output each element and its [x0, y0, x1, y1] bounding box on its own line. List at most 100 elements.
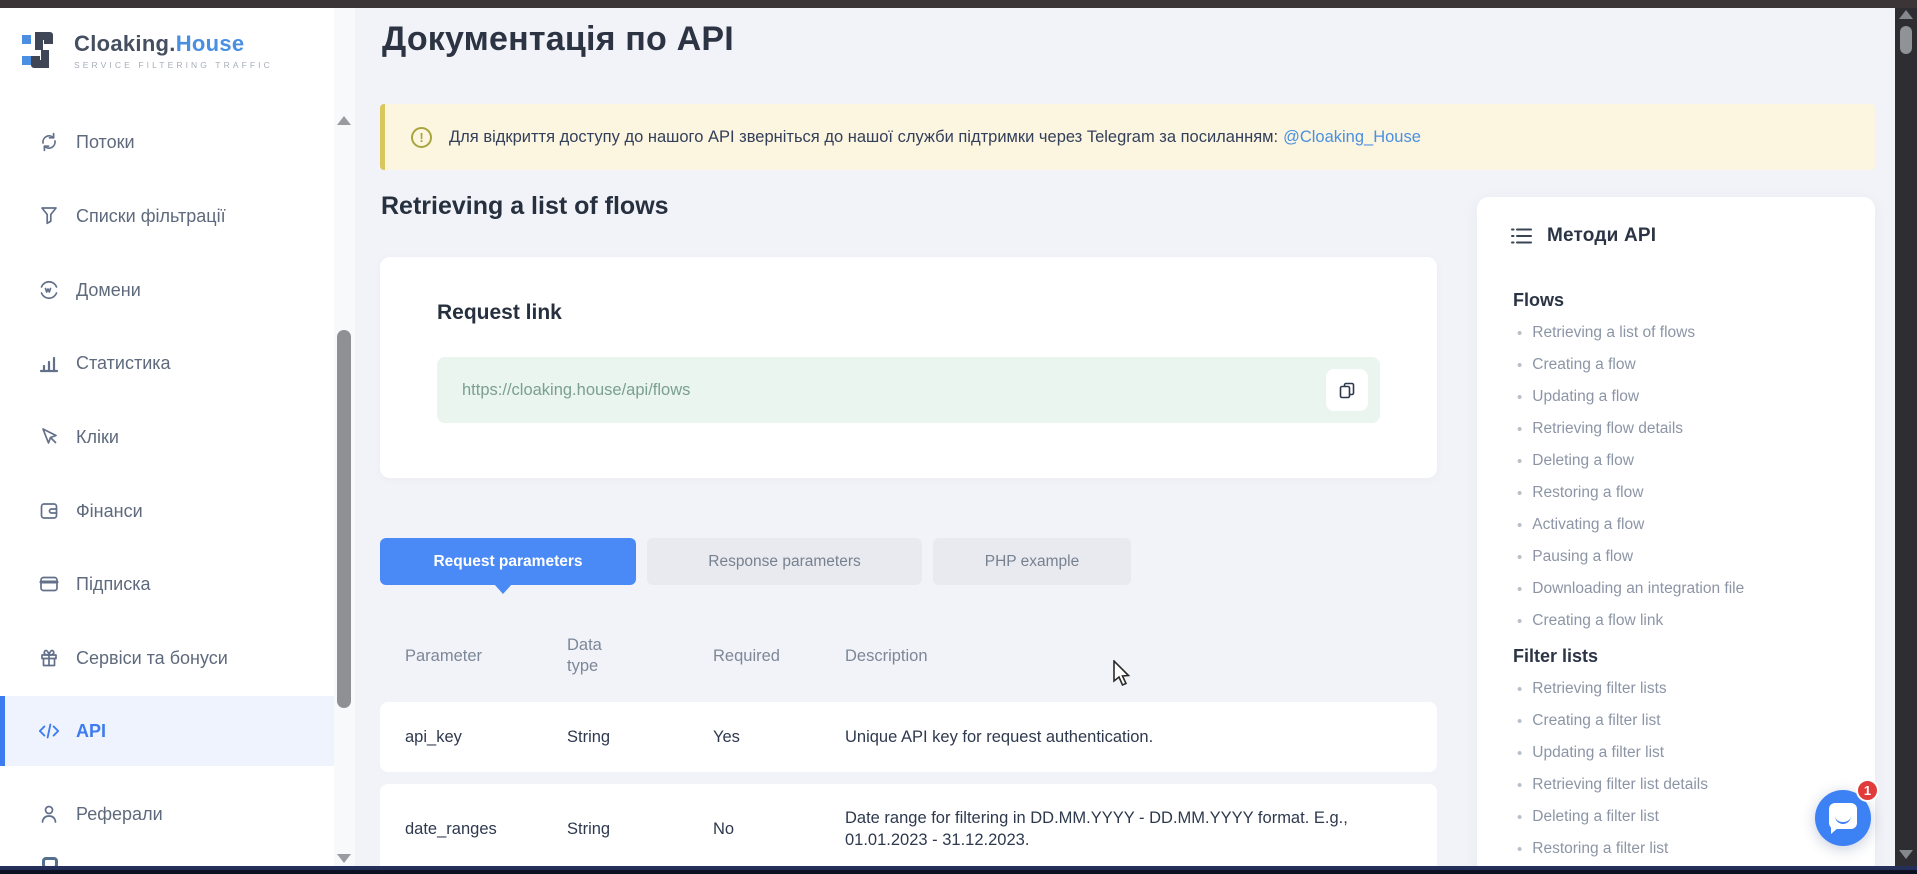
sidebar-item-services[interactable]: Сервіси та бонуси: [0, 623, 334, 693]
warning-icon: !: [411, 127, 432, 148]
method-link[interactable]: •Deleting a flow: [1477, 445, 1875, 477]
request-link-card: Request link https://cloaking.house/api/…: [380, 257, 1437, 478]
cell-parameter: date_ranges: [405, 820, 567, 839]
method-link[interactable]: •Retrieving flow details: [1477, 413, 1875, 445]
logo-text: Cloaking.House: [74, 31, 273, 57]
method-link[interactable]: •Creating a flow: [1477, 349, 1875, 381]
bullet: •: [1517, 841, 1522, 858]
sidebar-item-label: Потоки: [76, 132, 135, 153]
scroll-down-arrow-icon[interactable]: [1899, 850, 1913, 859]
banner-text: Для відкриття доступу до нашого API звер…: [449, 128, 1278, 147]
table-header: Parameter Data type Required Description: [380, 622, 1437, 690]
logo-tagline: SERVICE FILTERING TRAFFIC: [74, 60, 273, 70]
sidebar-item-statistics[interactable]: Статистика: [0, 328, 334, 398]
smile-icon: [1835, 815, 1851, 824]
telegram-link[interactable]: @Cloaking_House: [1283, 128, 1421, 147]
method-link[interactable]: •Creating a filter list: [1477, 705, 1875, 737]
sidebar-item-label: Фінанси: [76, 501, 143, 522]
chat-notification-badge: 1: [1856, 779, 1879, 802]
funnel-icon: [38, 205, 60, 227]
browser-scrollbar[interactable]: [1895, 0, 1917, 874]
bullet: •: [1517, 713, 1522, 730]
cell-data-type: String: [567, 820, 713, 839]
method-link[interactable]: •Retrieving a list of flows: [1477, 317, 1875, 349]
cell-required: No: [713, 820, 845, 839]
bullet: •: [1517, 453, 1522, 470]
sidebar-item-filter-lists[interactable]: Списки фільтрації: [0, 181, 334, 251]
scroll-up-arrow-icon[interactable]: [337, 116, 351, 125]
bullet: •: [1517, 421, 1522, 438]
wallet-icon: [38, 500, 60, 522]
bullet: •: [1517, 613, 1522, 630]
logo[interactable]: Cloaking.House SERVICE FILTERING TRAFFIC: [22, 28, 273, 72]
sidebar-scrollbar[interactable]: [334, 8, 355, 866]
sidebar-item-referrals[interactable]: Реферали: [0, 779, 334, 849]
request-url-field[interactable]: https://cloaking.house/api/flows: [437, 357, 1380, 423]
person-icon: [38, 803, 60, 825]
sidebar-item-flows[interactable]: Потоки: [0, 107, 334, 177]
cell-data-type: String: [567, 728, 713, 747]
sidebar-item-domains[interactable]: Домени: [0, 255, 334, 325]
copy-button[interactable]: [1326, 369, 1368, 411]
sidebar-item-label: API: [76, 721, 106, 742]
sync-icon: [38, 131, 60, 153]
method-link[interactable]: •Retrieving filter list details: [1477, 769, 1875, 801]
method-link[interactable]: •Updating a filter list: [1477, 737, 1875, 769]
cursor-icon: [38, 426, 60, 448]
sidebar-item-subscription[interactable]: Підписка: [0, 549, 334, 619]
scrollbar-thumb[interactable]: [337, 330, 351, 708]
sidebar-item-clicks[interactable]: Кліки: [0, 402, 334, 472]
bullet: •: [1517, 581, 1522, 598]
tab-response-parameters[interactable]: Response parameters: [647, 538, 922, 585]
method-link[interactable]: •Updating a flow: [1477, 381, 1875, 413]
bullet: •: [1517, 389, 1522, 406]
chat-widget-button[interactable]: 1: [1815, 790, 1871, 846]
api-methods-panel: Методи API Flows •Retrieving a list of f…: [1477, 197, 1875, 874]
request-url: https://cloaking.house/api/flows: [462, 381, 690, 400]
tab-request-parameters[interactable]: Request parameters: [380, 538, 636, 585]
bullet: •: [1517, 777, 1522, 794]
sidebar: Cloaking.House SERVICE FILTERING TRAFFIC…: [0, 8, 334, 866]
scrollbar-thumb[interactable]: [1900, 26, 1912, 54]
scroll-up-arrow-icon[interactable]: [1899, 10, 1913, 19]
method-link[interactable]: •Downloading an integration file: [1477, 573, 1875, 605]
cell-description: Date range for filtering in DD.MM.YYYY -…: [845, 807, 1375, 852]
sidebar-item-api[interactable]: API: [0, 696, 334, 766]
table-row: date_ranges String No Date range for fil…: [380, 784, 1437, 874]
active-tab-pointer: [494, 584, 512, 594]
sidebar-item-label: Реферали: [76, 804, 163, 825]
method-link[interactable]: •Restoring a filter list: [1477, 833, 1875, 865]
bullet: •: [1517, 809, 1522, 826]
method-link[interactable]: •Pausing a flow: [1477, 541, 1875, 573]
sidebar-item-finance[interactable]: Фінанси: [0, 476, 334, 546]
col-parameter: Parameter: [405, 647, 567, 666]
method-link[interactable]: •Restoring a flow: [1477, 477, 1875, 509]
sidebar-item-label: Сервіси та бонуси: [76, 648, 228, 669]
col-data-type: Data type: [567, 635, 619, 676]
method-link[interactable]: •Retrieving filter lists: [1477, 673, 1875, 705]
tab-label: PHP example: [985, 553, 1079, 571]
sidebar-item-label: Статистика: [76, 353, 171, 374]
window-bottom-edge: [0, 866, 1917, 874]
bar-chart-icon: [38, 352, 60, 374]
method-link[interactable]: •Creating a flow link: [1477, 605, 1875, 637]
cell-required: Yes: [713, 728, 845, 747]
sidebar-item-label: Домени: [76, 280, 141, 301]
method-link[interactable]: •Activating a flow: [1477, 509, 1875, 541]
bullet: •: [1517, 485, 1522, 502]
chat-icon: [1829, 803, 1857, 829]
bullet: •: [1517, 357, 1522, 374]
scroll-down-arrow-icon[interactable]: [337, 854, 351, 863]
bullet: •: [1517, 549, 1522, 566]
credit-card-icon: [38, 573, 60, 595]
table-row: api_key String Yes Unique API key for re…: [380, 702, 1437, 772]
bullet: •: [1517, 681, 1522, 698]
sidebar-item-label: Списки фільтрації: [76, 206, 226, 227]
window-top-edge: [0, 0, 1917, 8]
bullet: •: [1517, 745, 1522, 762]
copy-icon: [1338, 381, 1356, 399]
info-banner: ! Для відкриття доступу до нашого API зв…: [380, 104, 1875, 170]
methods-list-flows: •Retrieving a list of flows •Creating a …: [1477, 317, 1875, 637]
tab-php-example[interactable]: PHP example: [933, 538, 1131, 585]
methods-title: Методи API: [1547, 225, 1656, 247]
